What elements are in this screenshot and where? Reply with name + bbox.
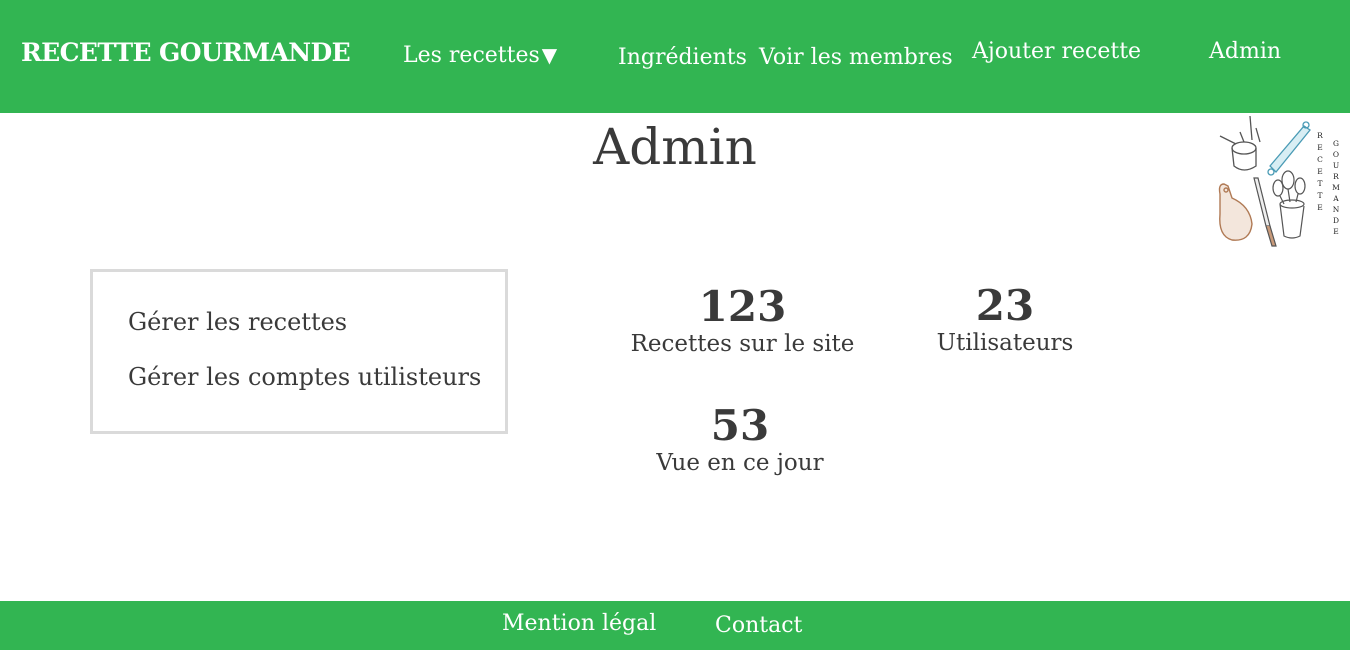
caret-down-icon: ▼ <box>541 43 558 67</box>
footer: Mention légal Contact <box>0 601 1350 650</box>
kitchen-utensils-icon: R E C E T T E G O U R M A N D E <box>1218 115 1340 247</box>
nav-membres[interactable]: Voir les membres <box>759 45 953 70</box>
svg-text:G: G <box>1333 139 1339 148</box>
svg-text:E: E <box>1333 227 1338 236</box>
footer-contact-link[interactable]: Contact <box>715 613 802 638</box>
svg-text:T: T <box>1317 191 1322 200</box>
stat-recipes-label: Recettes sur le site <box>630 331 855 357</box>
stat-users-label: Utilisateurs <box>936 330 1074 356</box>
stat-views-label: Vue en ce jour <box>656 450 824 476</box>
svg-text:R: R <box>1333 172 1339 181</box>
nav-recettes-label: Les recettes <box>403 43 540 68</box>
stat-recipes: 123 Recettes sur le site <box>620 285 865 359</box>
site-brand[interactable]: RECETTE GOURMANDE <box>21 38 351 67</box>
stat-users-value: 23 <box>975 281 1035 330</box>
top-navbar: RECETTE GOURMANDE Les recettes ▼ Ingrédie… <box>0 0 1350 113</box>
svg-text:E: E <box>1317 203 1322 212</box>
svg-text:C: C <box>1317 155 1323 164</box>
admin-menu-box: Gérer les recettes Gérer les comptes uti… <box>90 269 508 434</box>
svg-text:T: T <box>1317 179 1322 188</box>
manage-recipes-link[interactable]: Gérer les recettes <box>128 308 347 336</box>
manage-accounts-link[interactable]: Gérer les comptes utilisteurs <box>128 363 481 391</box>
stat-recipes-value: 123 <box>698 282 787 331</box>
svg-text:N: N <box>1333 205 1340 214</box>
page-title: Admin <box>593 118 757 176</box>
svg-text:O: O <box>1333 150 1339 159</box>
nav-ajouter-recette[interactable]: Ajouter recette <box>972 39 1141 64</box>
svg-text:E: E <box>1317 143 1322 152</box>
stat-views-value: 53 <box>710 401 770 450</box>
svg-text:U: U <box>1333 161 1339 170</box>
footer-mention-link[interactable]: Mention légal <box>502 611 656 636</box>
svg-text:M: M <box>1332 183 1340 192</box>
svg-text:A: A <box>1332 194 1339 203</box>
stat-views: 53 Vue en ce jour <box>630 404 850 478</box>
nav-ingredients[interactable]: Ingrédients <box>618 45 747 70</box>
svg-text:R: R <box>1317 131 1323 140</box>
svg-text:D: D <box>1333 216 1339 225</box>
nav-recettes-dropdown[interactable]: Les recettes ▼ <box>403 43 557 68</box>
logo-image: R E C E T T E G O U R M A N D E <box>1214 114 1346 252</box>
svg-text:E: E <box>1317 167 1322 176</box>
nav-admin[interactable]: Admin <box>1209 39 1281 64</box>
stat-users: 23 Utilisateurs <box>910 284 1100 358</box>
